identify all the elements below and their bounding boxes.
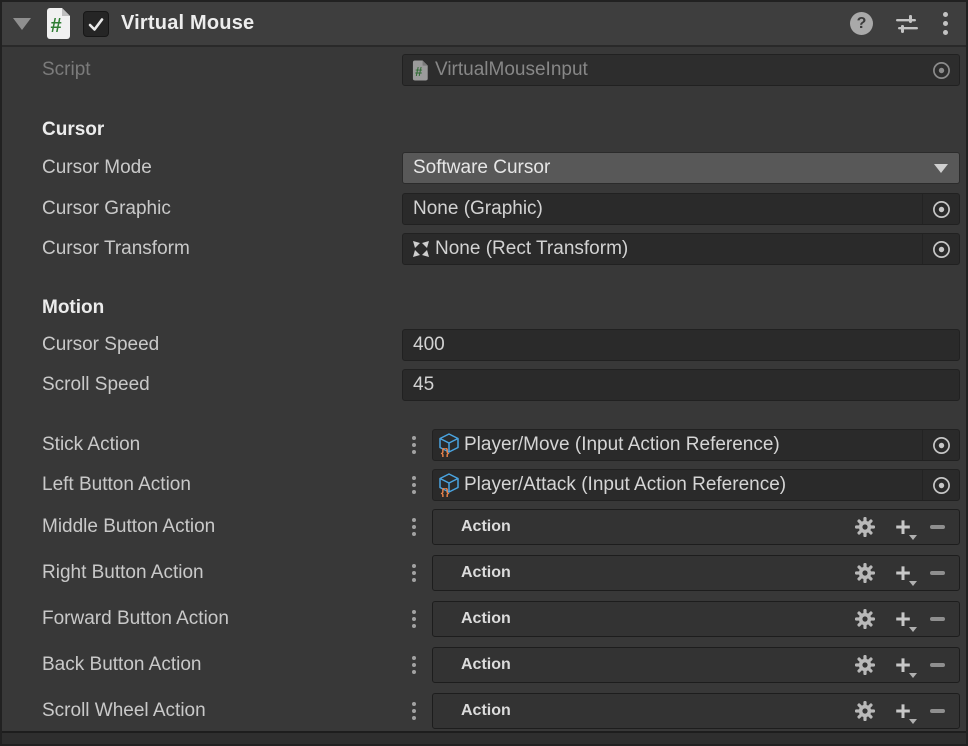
remove-binding-icon[interactable] — [930, 709, 945, 713]
action-box-title: Action — [461, 564, 511, 582]
back-button-action-label: Back Button Action — [42, 649, 202, 681]
gear-icon[interactable] — [854, 654, 876, 676]
drag-handle-icon[interactable] — [408, 429, 420, 461]
script-label: Script — [42, 54, 91, 86]
cursor-mode-dropdown[interactable]: Software Cursor — [402, 152, 960, 184]
drag-handle-icon[interactable] — [408, 509, 420, 545]
right-button-action-box[interactable]: Action + — [432, 555, 960, 591]
action-box-title: Action — [461, 702, 511, 720]
remove-binding-icon[interactable] — [930, 663, 945, 667]
object-picker-icon[interactable] — [922, 470, 959, 500]
cursor-transform-field[interactable]: None (Rect Transform) — [402, 233, 960, 265]
remove-binding-icon[interactable] — [930, 525, 945, 529]
stick-action-field[interactable]: {} Player/Move (Input Action Reference) — [432, 429, 960, 461]
drag-handle-icon[interactable] — [408, 647, 420, 683]
foldout-arrow-icon[interactable] — [13, 18, 31, 30]
cursor-mode-value: Software Cursor — [413, 157, 550, 179]
csharp-script-icon: # — [44, 8, 72, 39]
object-picker-icon[interactable] — [922, 234, 959, 264]
input-action-asset-icon: {} — [438, 473, 460, 497]
drag-handle-icon[interactable] — [408, 693, 420, 729]
add-binding-icon[interactable]: + — [893, 701, 913, 721]
csharp-script-icon: # — [411, 60, 429, 81]
svg-text:{}: {} — [441, 487, 450, 497]
scroll-speed-input[interactable]: 45 — [402, 369, 960, 401]
cursor-mode-label: Cursor Mode — [42, 152, 152, 184]
action-box-title: Action — [461, 518, 511, 536]
script-field: # VirtualMouseInput — [402, 54, 960, 86]
enabled-checkbox[interactable] — [83, 11, 109, 37]
inspector-virtual-mouse-component: # Virtual Mouse ? Script — [0, 0, 968, 746]
forward-button-action-box[interactable]: Action + — [432, 601, 960, 637]
gear-icon[interactable] — [854, 562, 876, 584]
drag-handle-icon[interactable] — [408, 601, 420, 637]
action-box-title: Action — [461, 610, 511, 628]
remove-binding-icon[interactable] — [930, 571, 945, 575]
kebab-menu-icon[interactable] — [941, 10, 950, 37]
input-action-asset-icon: {} — [438, 433, 460, 457]
gear-icon[interactable] — [854, 608, 876, 630]
presets-icon[interactable] — [895, 14, 919, 34]
remove-binding-icon[interactable] — [930, 617, 945, 621]
object-picker-icon[interactable] — [922, 194, 959, 224]
middle-button-action-label: Middle Button Action — [42, 511, 215, 543]
cursor-speed-label: Cursor Speed — [42, 329, 159, 361]
left-button-action-value: Player/Attack (Input Action Reference) — [464, 474, 786, 496]
add-binding-icon[interactable]: + — [893, 563, 913, 583]
section-title-cursor: Cursor — [42, 119, 104, 141]
scroll-speed-value: 45 — [413, 374, 434, 396]
stick-action-value: Player/Move (Input Action Reference) — [464, 434, 780, 456]
cursor-transform-value: None (Rect Transform) — [435, 238, 628, 260]
middle-button-action-box[interactable]: Action + — [432, 509, 960, 545]
back-button-action-box[interactable]: Action + — [432, 647, 960, 683]
add-binding-icon[interactable]: + — [893, 655, 913, 675]
section-title-motion: Motion — [42, 297, 104, 319]
chevron-down-icon — [934, 164, 948, 173]
add-binding-icon[interactable]: + — [893, 517, 913, 537]
svg-text:#: # — [415, 63, 422, 78]
component-title: Virtual Mouse — [121, 12, 254, 35]
object-picker-icon[interactable] — [923, 55, 959, 85]
object-picker-icon[interactable] — [922, 430, 959, 460]
drag-handle-icon[interactable] — [408, 469, 420, 501]
svg-text:#: # — [50, 15, 61, 37]
left-button-action-label: Left Button Action — [42, 469, 191, 501]
cursor-transform-label: Cursor Transform — [42, 233, 190, 265]
scroll-wheel-action-box[interactable]: Action + — [432, 693, 960, 729]
cursor-graphic-field[interactable]: None (Graphic) — [402, 193, 960, 225]
window-bottom-edge — [2, 731, 966, 746]
cursor-speed-value: 400 — [413, 334, 445, 356]
gear-icon[interactable] — [854, 516, 876, 538]
scroll-speed-label: Scroll Speed — [42, 369, 150, 401]
drag-handle-icon[interactable] — [408, 555, 420, 591]
script-value: VirtualMouseInput — [435, 59, 588, 81]
right-button-action-label: Right Button Action — [42, 557, 204, 589]
svg-text:{}: {} — [441, 447, 450, 457]
action-box-title: Action — [461, 656, 511, 674]
add-binding-icon[interactable]: + — [893, 609, 913, 629]
component-header: # Virtual Mouse ? — [2, 2, 966, 47]
scroll-wheel-action-label: Scroll Wheel Action — [42, 695, 206, 727]
help-icon[interactable]: ? — [850, 12, 873, 35]
stick-action-label: Stick Action — [42, 429, 140, 461]
cursor-graphic-value: None (Graphic) — [413, 198, 543, 220]
forward-button-action-label: Forward Button Action — [42, 603, 229, 635]
left-button-action-field[interactable]: {} Player/Attack (Input Action Reference… — [432, 469, 960, 501]
cursor-speed-input[interactable]: 400 — [402, 329, 960, 361]
gear-icon[interactable] — [854, 700, 876, 722]
cursor-graphic-label: Cursor Graphic — [42, 193, 171, 225]
rect-transform-icon — [411, 239, 431, 259]
